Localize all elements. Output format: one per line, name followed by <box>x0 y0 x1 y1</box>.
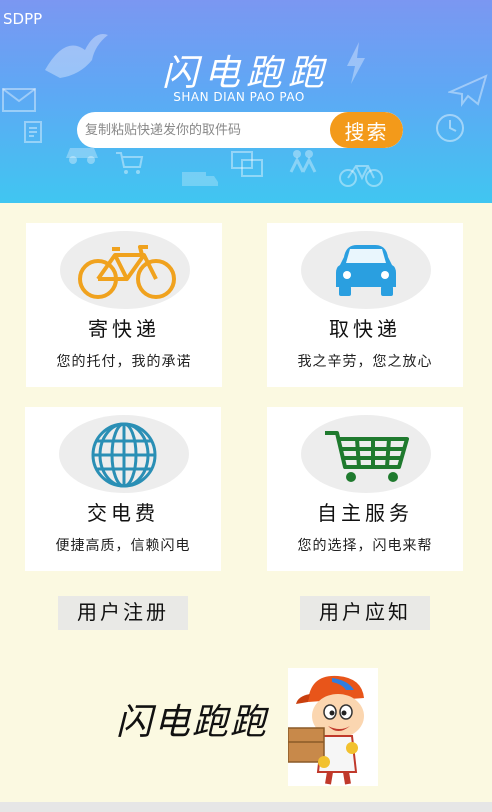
card-subtitle: 您的托付，我的承诺 <box>56 354 192 370</box>
card-pay-electricity[interactable]: 交电费 便捷高质，信赖闪电 <box>25 407 221 571</box>
shopping-cart-icon <box>325 431 409 482</box>
icon-backdrop <box>301 231 431 309</box>
bottom-divider <box>0 802 492 812</box>
bicycle-icon <box>78 245 176 299</box>
card-title: 取快递 <box>329 317 401 341</box>
card-subtitle: 我之辛劳，您之放心 <box>297 354 433 370</box>
bike-decoration-icon <box>339 165 383 187</box>
search-bar: 搜索 <box>77 112 403 148</box>
user-notice-button[interactable]: 用户应知 <box>300 596 430 630</box>
card-title: 寄快递 <box>88 317 160 341</box>
card-subtitle: 便捷高质，信赖闪电 <box>55 538 191 554</box>
globe-icon <box>91 422 157 488</box>
delivery-boy-icon <box>287 675 364 785</box>
card-pickup-express[interactable]: 取快递 我之辛劳，您之放心 <box>267 223 463 387</box>
people-decoration-icon <box>289 150 317 173</box>
clock-decoration-icon <box>436 114 464 142</box>
icon-backdrop <box>59 415 189 493</box>
document-decoration-icon <box>24 121 42 143</box>
register-button[interactable]: 用户注册 <box>58 596 188 630</box>
card-self-service[interactable]: 自主服务 您的选择，闪电来帮 <box>267 407 463 571</box>
header-banner: SDPP 闪电跑跑 SHAN DIAN PAO PAO 搜索 <box>0 0 492 203</box>
footer-brand-text: 闪电跑跑 <box>116 702 269 743</box>
app-title: 闪电跑跑 <box>161 53 330 94</box>
card-title: 自主服务 <box>317 501 413 525</box>
truck-decoration-icon <box>182 172 218 186</box>
search-button[interactable]: 搜索 <box>330 112 403 148</box>
icon-backdrop <box>301 415 431 493</box>
app-subtitle: SHAN DIAN PAO PAO <box>173 90 305 104</box>
status-bar-label: SDPP <box>3 10 43 28</box>
pickup-code-search-input[interactable] <box>77 112 332 148</box>
cart-decoration-icon <box>116 152 144 174</box>
delivery-boy-mascot-image <box>287 668 378 786</box>
box-decoration-icon <box>231 151 263 177</box>
card-subtitle: 您的选择，闪电来帮 <box>297 538 433 554</box>
card-title: 交电费 <box>87 501 159 525</box>
card-send-express[interactable]: 寄快递 您的托付，我的承诺 <box>26 223 222 387</box>
icon-backdrop <box>60 231 190 309</box>
car-icon <box>336 245 396 296</box>
